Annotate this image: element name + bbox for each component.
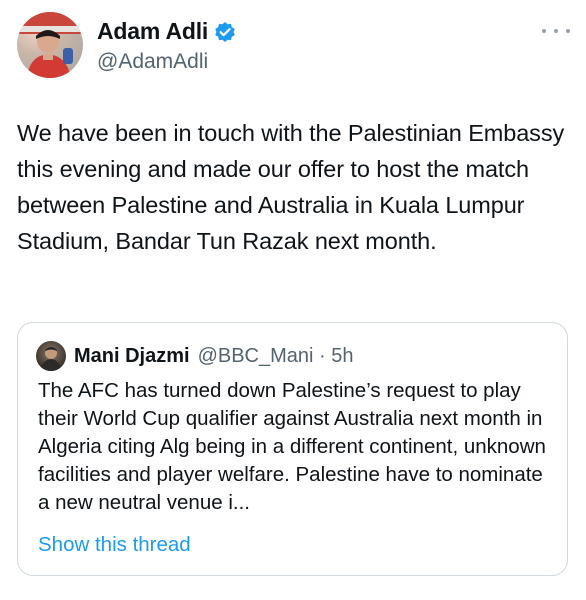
- tweet: Adam Adli @AdamAdli We have been in touc…: [0, 0, 586, 600]
- quoted-author-name[interactable]: Mani Djazmi: [74, 345, 190, 368]
- quoted-tweet-text: The AFC has turned down Palestine’s requ…: [38, 379, 546, 514]
- quoted-tweet[interactable]: Mani Djazmi @BBC_Mani · 5h The AFC has t…: [17, 322, 568, 576]
- tweet-header: Adam Adli @AdamAdli: [17, 12, 572, 82]
- more-dot: [554, 29, 558, 33]
- tweet-text: We have been in touch with the Palestini…: [17, 120, 565, 254]
- more-dot: [542, 29, 546, 33]
- author-handle[interactable]: @AdamAdli: [97, 50, 236, 74]
- profile-photo-icon: [40, 347, 62, 371]
- verified-badge-icon: [214, 21, 236, 43]
- more-options-icon[interactable]: [542, 22, 570, 40]
- quoted-author-avatar[interactable]: [36, 341, 66, 371]
- more-dot: [566, 29, 570, 33]
- display-name-row: Adam Adli: [97, 18, 236, 45]
- author-names: Adam Adli @AdamAdli: [97, 18, 236, 74]
- profile-photo-icon: [17, 12, 83, 78]
- author-avatar[interactable]: [17, 12, 83, 78]
- author-display-name[interactable]: Adam Adli: [97, 18, 208, 45]
- show-thread-link[interactable]: Show this thread: [38, 533, 191, 557]
- quoted-author-handle-time: @BBC_Mani · 5h: [197, 344, 354, 367]
- quoted-tweet-header: Mani Djazmi @BBC_Mani · 5h: [36, 341, 354, 371]
